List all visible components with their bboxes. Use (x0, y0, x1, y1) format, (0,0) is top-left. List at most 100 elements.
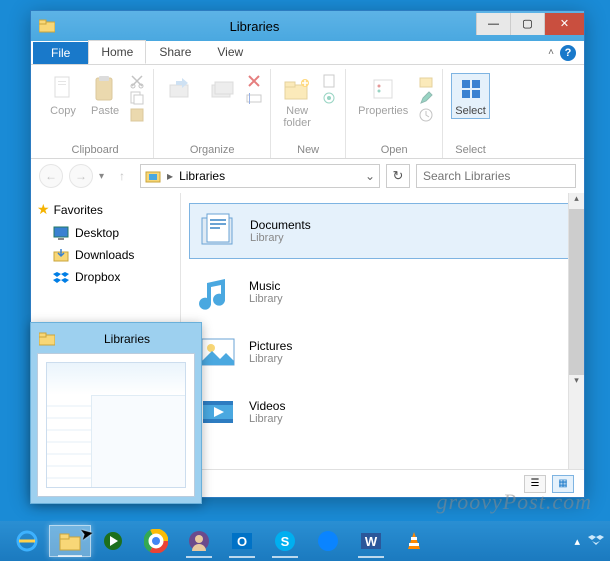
taskbar-word[interactable]: W (350, 525, 392, 557)
library-documents[interactable]: Documents Library (189, 203, 576, 259)
ribbon-tabs: File Home Share View ˄ ? (31, 41, 584, 65)
favorites-header[interactable]: ★ Favorites (37, 201, 174, 218)
taskbar-ie[interactable] (6, 525, 48, 557)
dropbox-icon (53, 269, 69, 285)
star-icon: ★ (37, 201, 50, 218)
copy-label: Copy (50, 105, 76, 117)
collapse-ribbon-icon[interactable]: ˄ (548, 47, 554, 58)
system-tray[interactable]: ▴ (574, 533, 604, 549)
new-item-icon[interactable] (321, 73, 337, 89)
scroll-up-icon[interactable]: ▴ (569, 193, 584, 209)
select-group-label: Select (451, 142, 490, 158)
address-box[interactable]: ▸ Libraries ⌄ (140, 164, 380, 188)
tab-share[interactable]: Share (146, 40, 204, 64)
ribbon: Copy Paste Clipboard (31, 65, 584, 159)
window-title: Libraries (33, 19, 476, 34)
taskbar-chrome[interactable] (135, 525, 177, 557)
rename-icon[interactable] (246, 90, 262, 106)
copy-icon (49, 75, 77, 103)
open-icon[interactable] (418, 73, 434, 89)
copy-to-button[interactable] (204, 73, 240, 105)
taskbar-outlook[interactable]: O (221, 525, 263, 557)
copy-path-icon[interactable] (129, 90, 145, 106)
address-dropdown-icon[interactable]: ⌄ (365, 169, 375, 183)
svg-text:S: S (281, 534, 290, 549)
pictures-sub: Library (249, 353, 292, 365)
pictures-name: Pictures (249, 339, 292, 353)
sidebar-item-dropbox[interactable]: Dropbox (37, 266, 174, 288)
taskbar: O S W ▴ (0, 521, 610, 561)
clipboard-mini-buttons (129, 73, 145, 123)
tray-dropbox-icon[interactable] (588, 533, 604, 549)
pictures-icon (197, 331, 239, 373)
tab-home[interactable]: Home (88, 40, 146, 64)
delete-icon[interactable] (246, 73, 262, 89)
file-tab[interactable]: File (33, 42, 88, 64)
libraries-icon (145, 168, 161, 184)
close-button[interactable]: ✕ (544, 13, 584, 35)
paste-shortcut-icon[interactable] (129, 107, 145, 123)
downloads-icon (53, 247, 69, 263)
thumbnail-title: Libraries (61, 332, 193, 346)
music-sub: Library (249, 293, 283, 305)
search-input[interactable] (416, 164, 576, 188)
refresh-button[interactable]: ↻ (386, 164, 410, 188)
library-videos[interactable]: Videos Library (189, 385, 576, 439)
paste-button[interactable]: Paste (87, 73, 123, 119)
library-music-text: Music Library (249, 279, 283, 305)
maximize-button[interactable]: ▢ (510, 13, 544, 35)
library-music[interactable]: Music Library (189, 265, 576, 319)
move-to-button[interactable] (162, 73, 198, 105)
cut-icon[interactable] (129, 73, 145, 89)
svg-text:O: O (237, 534, 247, 549)
recent-locations-icon[interactable]: ▾ (99, 171, 104, 182)
favorites-label: Favorites (54, 203, 103, 217)
open-group-label: Open (354, 142, 434, 158)
thumbnail-preview[interactable] (37, 353, 195, 497)
vertical-scrollbar[interactable]: ▴ ▾ (568, 193, 584, 469)
back-button[interactable]: ← (39, 164, 63, 188)
details-view-button[interactable]: ☰ (524, 475, 546, 493)
organize-group-label: Organize (162, 142, 262, 158)
select-button[interactable]: Select (451, 73, 490, 119)
taskbar-thumbnail[interactable]: Libraries (30, 322, 202, 504)
library-pictures[interactable]: Pictures Library (189, 325, 576, 379)
history-icon[interactable] (418, 107, 434, 123)
taskbar-firefox[interactable] (307, 525, 349, 557)
up-button[interactable]: ↑ (110, 164, 134, 188)
taskbar-player[interactable] (92, 525, 134, 557)
tiles-view-button[interactable]: ▦ (552, 475, 574, 493)
minimize-button[interactable]: — (476, 13, 510, 35)
address-bar: ← → ▾ ↑ ▸ Libraries ⌄ ↻ (31, 159, 584, 193)
scrollbar-handle[interactable] (569, 209, 584, 375)
edit-icon[interactable] (418, 90, 434, 106)
videos-icon (197, 391, 239, 433)
ribbon-group-new: New folder New (271, 69, 346, 158)
taskbar-vlc[interactable] (393, 525, 435, 557)
sidebar-item-desktop[interactable]: Desktop (37, 222, 174, 244)
new-folder-icon (283, 75, 311, 103)
properties-button[interactable]: Properties (354, 73, 412, 119)
taskbar-explorer[interactable] (49, 525, 91, 557)
tab-view[interactable]: View (204, 40, 256, 64)
properties-label: Properties (358, 105, 408, 117)
tray-chevron-icon[interactable]: ▴ (574, 535, 580, 548)
ribbon-group-clipboard: Copy Paste Clipboard (37, 69, 154, 158)
help-icon[interactable]: ? (560, 45, 576, 61)
desktop-icon (53, 225, 69, 241)
dropbox-label: Dropbox (75, 270, 120, 284)
scroll-down-icon[interactable]: ▾ (569, 375, 584, 391)
breadcrumb-chevron-icon[interactable]: ▸ (167, 169, 173, 183)
select-icon (457, 75, 485, 103)
taskbar-avatar[interactable] (178, 525, 220, 557)
titlebar[interactable]: Libraries — ▢ ✕ (31, 11, 584, 41)
easy-access-icon[interactable] (321, 90, 337, 106)
sidebar-item-downloads[interactable]: Downloads (37, 244, 174, 266)
forward-button[interactable]: → (69, 164, 93, 188)
items-view[interactable]: Documents Library Music Library Pictures… (181, 193, 584, 469)
taskbar-skype[interactable]: S (264, 525, 306, 557)
new-folder-button[interactable]: New folder (279, 73, 315, 131)
copy-button[interactable]: Copy (45, 73, 81, 119)
documents-name: Documents (250, 218, 311, 232)
new-group-label: New (279, 142, 337, 158)
